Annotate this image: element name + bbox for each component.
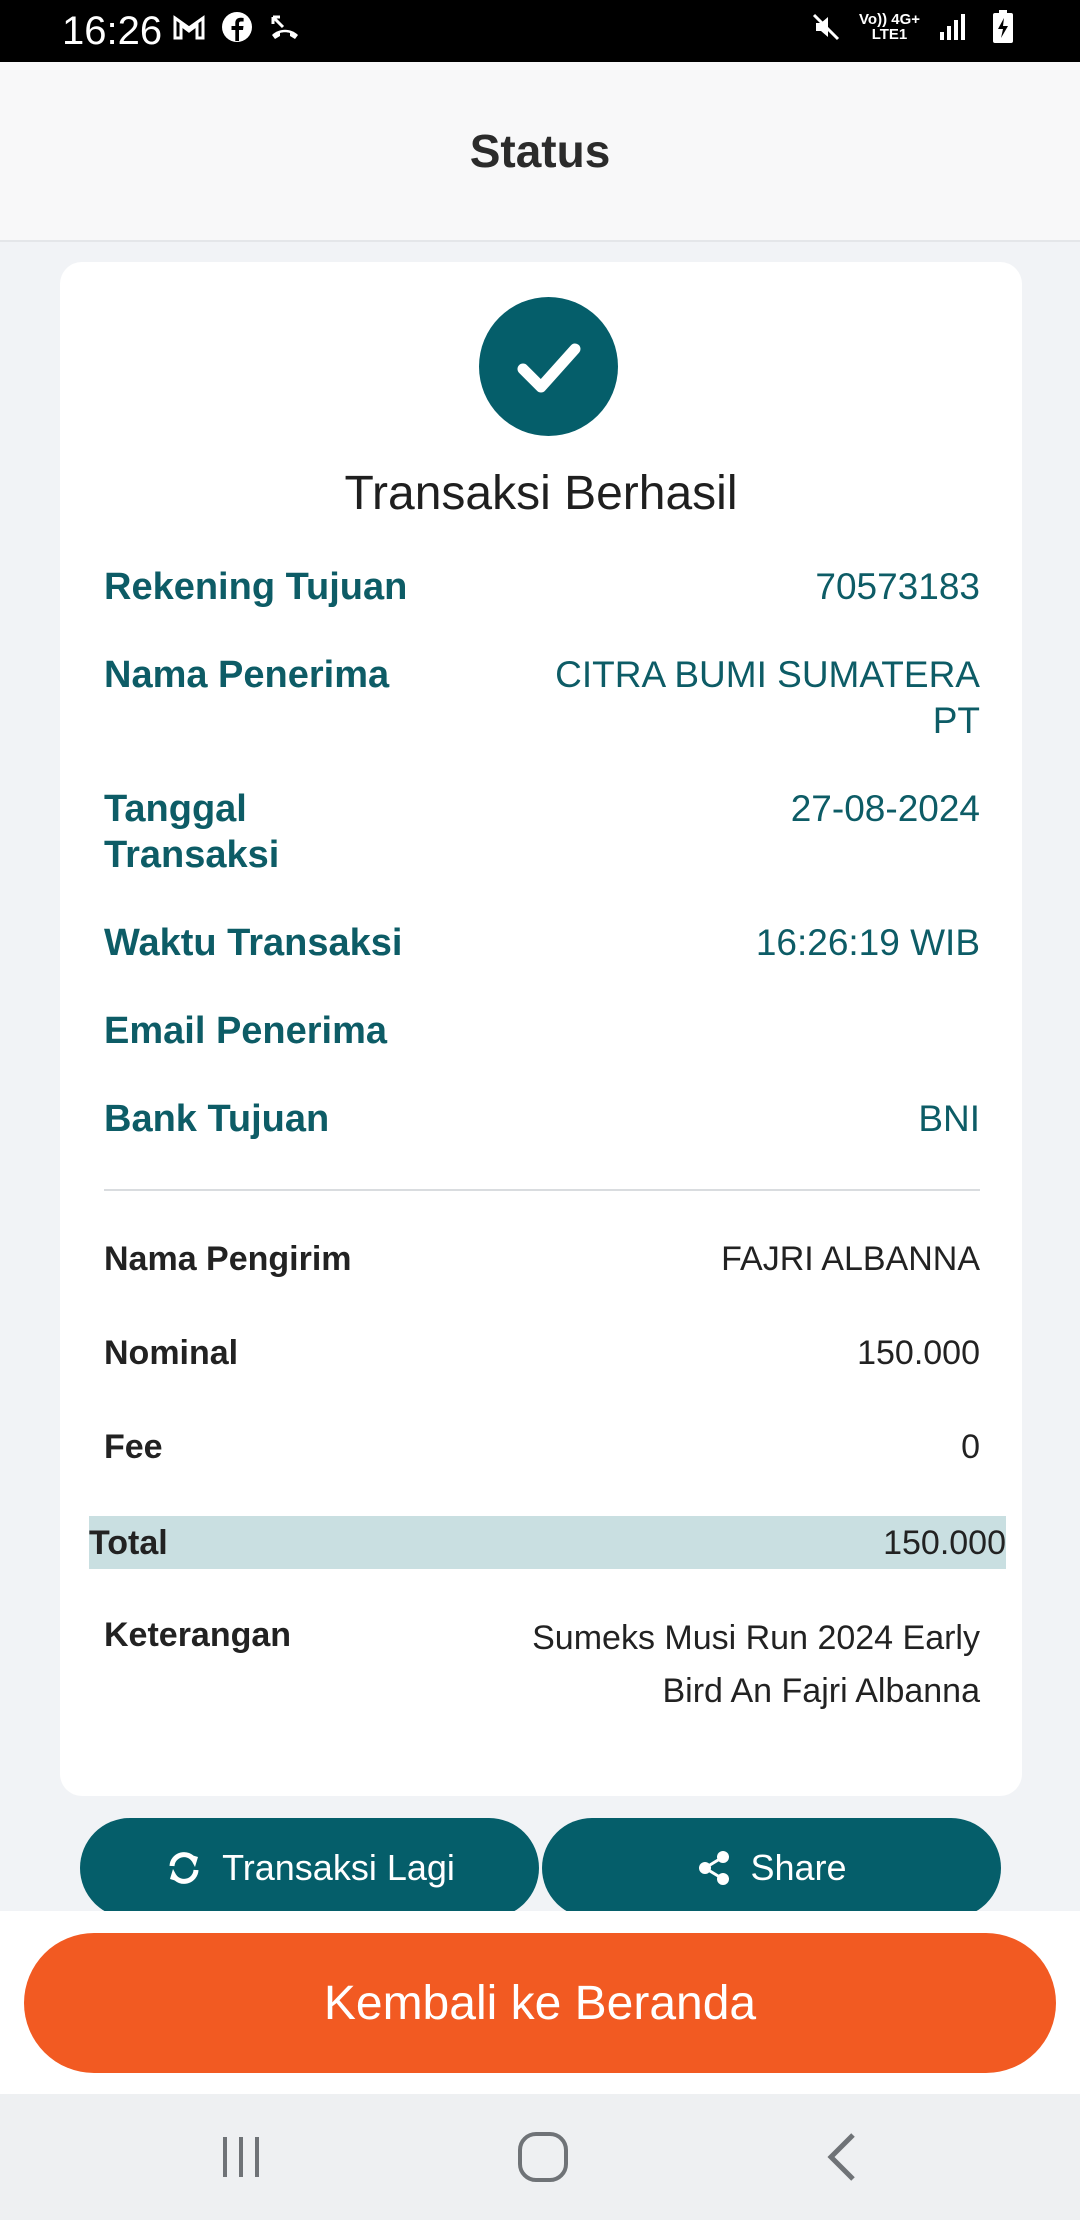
battery-charging-icon — [986, 10, 1020, 44]
section-divider — [104, 1189, 980, 1191]
page-title: Status — [469, 125, 611, 177]
total-row: Total 150.000 — [89, 1516, 1006, 1569]
detail-label: Bank Tujuan — [104, 1098, 330, 1140]
app-header: Status — [0, 62, 1080, 242]
share-button[interactable]: Share — [542, 1818, 1001, 1918]
note-label: Keterangan — [104, 1616, 292, 1654]
detail-label: Nama Penerima — [104, 654, 390, 696]
bottom-action-area: Kembali ke Beranda — [0, 1911, 1080, 2094]
summary-label: Nama Pengirim — [104, 1240, 352, 1278]
missed-call-icon — [268, 10, 302, 44]
kembali-ke-beranda-button[interactable]: Kembali ke Beranda — [24, 1933, 1056, 2073]
detail-label: Rekening Tujuan — [104, 566, 408, 608]
receipt-card: Transaksi Berhasil Rekening Tujuan 70573… — [60, 262, 1022, 1796]
detail-value: BNI — [918, 1098, 980, 1139]
refresh-icon — [169, 1852, 199, 1884]
detail-label: Tanggal Transaksi — [104, 788, 280, 876]
total-value: 150.000 — [883, 1524, 1006, 1562]
detail-value: 27-08-2024 — [790, 788, 980, 829]
status-bar: 16:26 Vo)) 4G+ LTE1 — [0, 0, 1080, 62]
summary-label: Fee — [104, 1428, 163, 1466]
detail-label: Email Penerima — [104, 1010, 388, 1052]
status-time: 16:26 — [62, 9, 163, 53]
summary-value: FAJRI ALBANNA — [721, 1240, 980, 1278]
share-label: Share — [750, 1847, 847, 1888]
home-icon[interactable] — [513, 2127, 573, 2187]
gmail-icon — [172, 10, 206, 44]
transaksi-lagi-button[interactable]: Transaksi Lagi — [80, 1818, 539, 1918]
mute-icon — [809, 10, 843, 44]
total-label: Total — [89, 1524, 168, 1562]
recent-apps-icon[interactable] — [211, 2127, 271, 2187]
detail-value: 70573183 — [815, 566, 980, 607]
detail-value: CITRA BUMI SUMATERA PT — [555, 654, 980, 741]
transaksi-lagi-label: Transaksi Lagi — [222, 1847, 455, 1888]
back-icon[interactable] — [813, 2127, 873, 2187]
note-value: Sumeks Musi Run 2024 Early Bird An Fajri… — [532, 1619, 980, 1710]
check-icon — [517, 343, 580, 392]
system-icons: Vo)) 4G+ LTE1 — [809, 10, 1020, 44]
detail-value: 16:26:19 WIB — [755, 922, 980, 963]
action-buttons: Transaksi Lagi Share — [80, 1818, 1002, 1918]
facebook-icon — [220, 10, 254, 44]
summary-value: 150.000 — [857, 1334, 980, 1372]
success-title: Transaksi Berhasil — [344, 467, 738, 520]
summary-value: 0 — [961, 1428, 980, 1466]
share-icon — [699, 1851, 730, 1885]
detail-label: Waktu Transaksi — [104, 922, 403, 964]
system-nav-bar — [0, 2094, 1080, 2220]
success-badge — [479, 297, 618, 436]
signal-icon — [936, 10, 970, 44]
notification-icons — [172, 10, 302, 44]
volte-icon: Vo)) 4G+ LTE1 — [859, 11, 920, 43]
summary-label: Nominal — [104, 1334, 239, 1372]
